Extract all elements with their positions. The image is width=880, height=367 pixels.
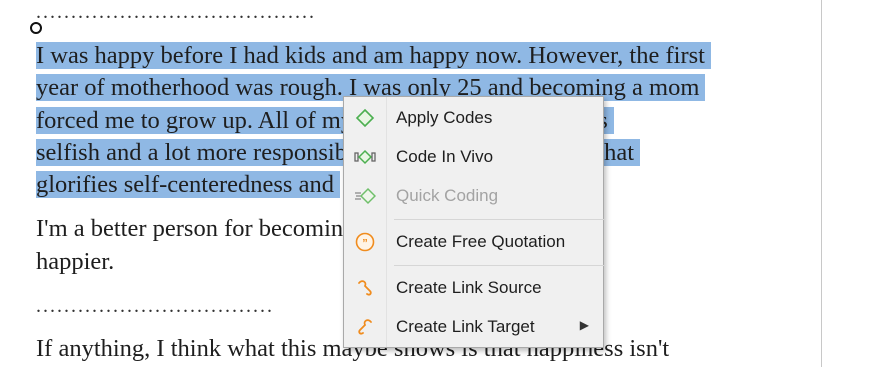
menu-separator — [394, 265, 604, 266]
page-right-border — [821, 0, 822, 367]
quotation-icon: ” — [354, 231, 376, 253]
menu-item-create-link-target[interactable]: Create Link Target ▶ — [344, 309, 603, 345]
link-target-icon — [354, 316, 376, 338]
menu-item-apply-codes[interactable]: Apply Codes — [344, 100, 603, 136]
menu-item-code-in-vivo[interactable]: Code In Vivo — [344, 139, 603, 175]
menu-item-label: Create Free Quotation — [396, 232, 566, 251]
menu-item-create-free-quotation[interactable]: ” Create Free Quotation — [344, 224, 603, 260]
selection-handle[interactable] — [30, 22, 42, 34]
submenu-arrow-icon: ▶ — [579, 318, 589, 332]
menu-item-label: Create Link Source — [396, 278, 542, 297]
code-in-vivo-icon — [354, 146, 376, 168]
link-source-icon — [354, 277, 376, 299]
menu-item-quick-coding: Quick Coding — [344, 178, 603, 214]
paragraph-1-line-5[interactable]: glorifies self-centeredness and — [36, 169, 340, 201]
selected-text[interactable]: I was happy before I had kids and am hap… — [36, 42, 711, 69]
dotted-separator-middle: .................................. — [36, 295, 274, 317]
menu-item-label: Quick Coding — [396, 186, 499, 205]
context-menu: Apply Codes Code In Vivo Quick Coding ” … — [343, 96, 604, 348]
svg-text:”: ” — [362, 238, 368, 250]
menu-item-label: Apply Codes — [396, 108, 493, 127]
quick-coding-icon — [354, 185, 376, 207]
dotted-separator-top: ........................................ — [36, 1, 316, 23]
menu-separator — [394, 219, 604, 220]
menu-item-label: Code In Vivo — [396, 147, 494, 166]
menu-item-create-link-source[interactable]: Create Link Source — [344, 270, 603, 306]
paragraph-1-line-1[interactable]: I was happy before I had kids and am hap… — [36, 40, 711, 72]
apply-codes-diamond-icon — [354, 107, 376, 129]
selected-text[interactable]: glorifies self-centeredness and — [36, 171, 340, 198]
paragraph-2-line-2[interactable]: happier. — [36, 246, 114, 278]
menu-item-label: Create Link Target — [396, 317, 535, 336]
